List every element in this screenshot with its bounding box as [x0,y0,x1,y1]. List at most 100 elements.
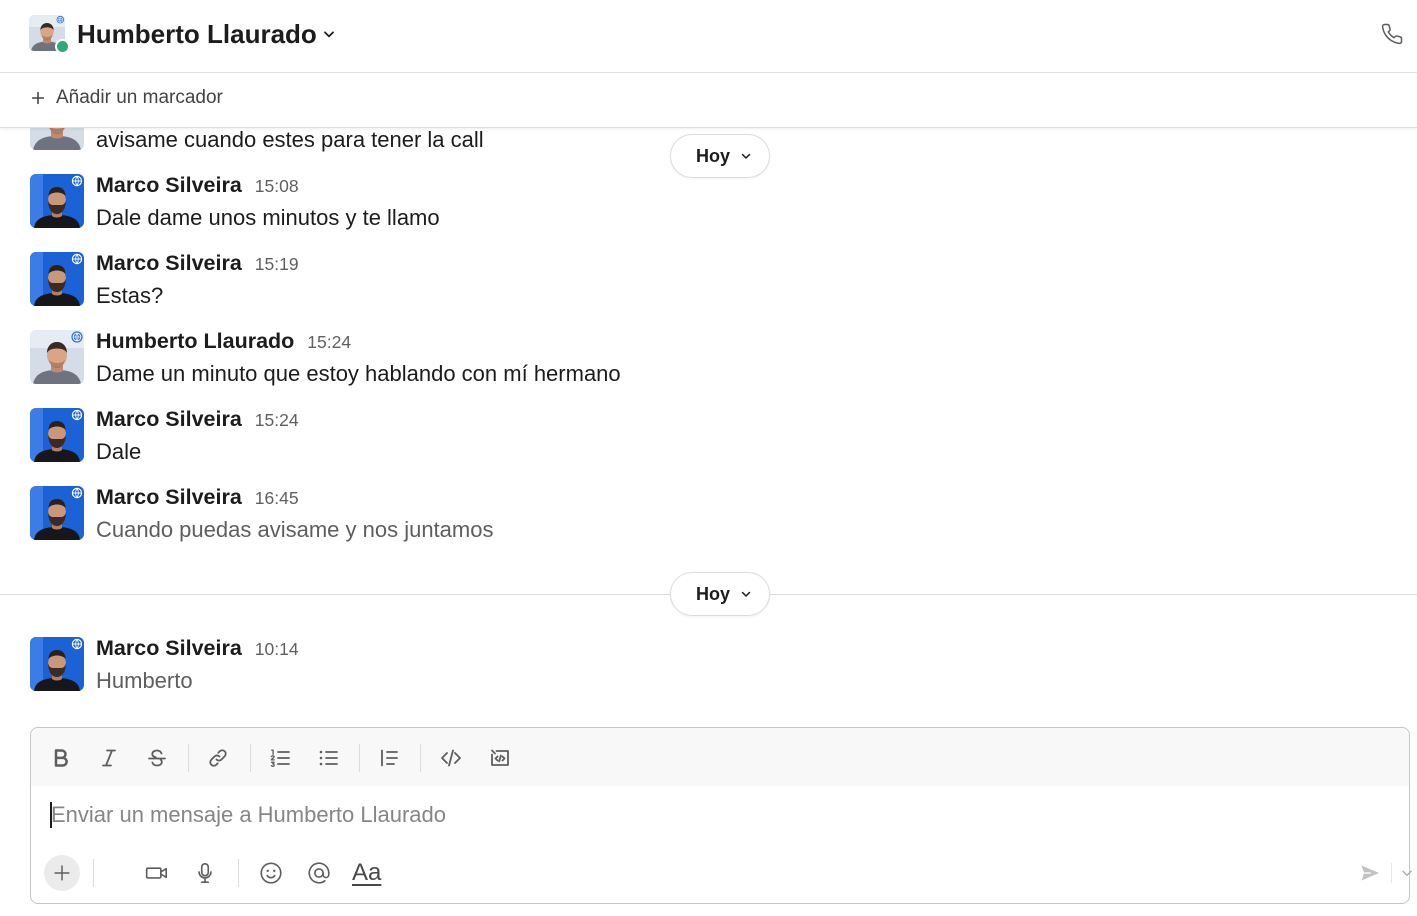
toolbar-separator [93,859,94,887]
presence-online-dot [55,39,70,54]
video-icon [144,860,170,886]
date-divider-label: Hoy [696,146,731,166]
date-divider-label: Hoy [696,584,731,604]
message-text: Dale [96,439,142,464]
strikethrough-button[interactable] [141,742,173,774]
avatar[interactable] [30,330,84,384]
message[interactable]: Marco Silveira 15:24 Dale [0,407,1417,486]
link-button[interactable] [202,742,234,774]
avatar-image [30,252,84,306]
message-header: Humberto Llaurado 15:24 [96,329,351,353]
message-text: Humberto [96,668,193,693]
plus-icon [51,862,73,884]
message-input[interactable] [31,798,1409,832]
avatar-image [30,128,84,150]
conversation-title-button[interactable]: Humberto Llaurado [77,18,337,50]
message-header: Marco Silveira 10:14 [96,636,299,660]
message-header: Marco Silveira 15:24 [96,407,299,431]
toolbar-separator [1391,863,1392,883]
emoji-icon [258,860,284,886]
ordered-list-icon [268,746,292,770]
call-button[interactable] [1378,20,1406,48]
ordered-list-button[interactable] [264,742,296,774]
formatting-toolbar [31,728,1409,786]
message-text: avisame cuando estes para tener la call [96,128,484,152]
message-author[interactable]: Marco Silveira [96,636,242,660]
message[interactable]: Marco Silveira 16:45 Cuando puedas avisam… [0,485,1417,564]
message-header: Marco Silveira 15:08 [96,173,299,197]
toolbar-separator [420,744,421,772]
message-header: Marco Silveira 15:19 [96,251,299,275]
message[interactable]: Humberto Llaurado 15:24 Dame un minuto qu… [0,329,1417,408]
toolbar-separator [188,744,189,772]
toolbar-separator [250,744,251,772]
message-text: Dale dame unos minutos y te llamo [96,205,440,230]
bullet-list-button[interactable] [312,742,344,774]
date-divider-pill[interactable]: Hoy [670,134,770,178]
avatar-image [30,174,84,228]
emoji-button[interactable] [255,857,287,889]
message-text: Cuando puedas avisame y nos juntamos [96,517,494,542]
message-text: Dame un minuto que estoy hablando con mí… [96,361,621,386]
message-author[interactable]: Humberto Llaurado [96,329,294,353]
channel-header: Humberto Llaurado [0,0,1417,73]
bookmarks-bar: Añadir un marcador [0,73,1417,128]
message-composer: Aa [30,727,1412,904]
strikethrough-icon [145,746,169,770]
message-list[interactable]: avisame cuando estes para tener la call … [0,128,1417,727]
plus-icon [30,90,46,106]
avatar-image [30,486,84,540]
message-author[interactable]: Marco Silveira [96,407,242,431]
code-button[interactable] [435,742,467,774]
message-author[interactable]: Marco Silveira [96,173,242,197]
message-author[interactable]: Marco Silveira [96,485,242,509]
message[interactable]: Marco Silveira 15:19 Estas? [0,251,1417,330]
add-attachment-button[interactable] [44,855,80,891]
video-clip-button[interactable] [141,857,173,889]
message-timestamp[interactable]: 16:45 [255,488,299,508]
avatar[interactable] [30,637,84,691]
bold-button[interactable] [45,742,77,774]
italic-icon [97,746,121,770]
avatar-image [30,408,84,462]
toolbar-separator [238,859,239,887]
microphone-icon [192,860,218,886]
code-block-icon [488,746,512,770]
chevron-down-icon [740,150,752,162]
message-timestamp[interactable]: 15:19 [255,254,299,274]
message[interactable]: Marco Silveira 10:14 Humberto [0,636,1417,715]
message[interactable]: Marco Silveira 15:08 Dale dame unos minut… [0,173,1417,252]
phone-icon [1380,22,1404,46]
conversation-title[interactable]: Humberto Llaurado [77,18,317,50]
send-button[interactable] [1354,857,1386,889]
show-formatting-toggle[interactable]: Aa [352,857,381,889]
message-timestamp[interactable]: 15:24 [255,410,299,430]
add-bookmark-button[interactable]: Añadir un marcador [30,84,223,112]
mention-icon [306,860,332,886]
bold-icon [49,746,73,770]
message-timestamp[interactable]: 10:14 [255,639,299,659]
message-header: Marco Silveira 16:45 [96,485,299,509]
schedule-send-button[interactable] [1395,857,1417,889]
avatar[interactable] [30,486,84,540]
blockquote-icon [377,746,401,770]
avatar[interactable] [30,252,84,306]
mention-button[interactable] [303,857,335,889]
bullet-list-icon [316,746,340,770]
code-block-button[interactable] [484,742,516,774]
chevron-down-icon [1400,866,1414,880]
message-author[interactable]: Marco Silveira [96,251,242,275]
message-timestamp[interactable]: 15:08 [255,176,299,196]
blockquote-button[interactable] [373,742,405,774]
avatar[interactable] [30,408,84,462]
avatar[interactable] [30,128,84,150]
audio-clip-button[interactable] [189,857,221,889]
chevron-down-icon [321,26,337,42]
avatar-image [30,637,84,691]
date-divider-pill[interactable]: Hoy [670,572,770,616]
message-timestamp[interactable]: 15:24 [307,332,351,352]
send-icon [1358,861,1382,885]
italic-button[interactable] [93,742,125,774]
code-icon [439,746,463,770]
avatar[interactable] [30,174,84,228]
